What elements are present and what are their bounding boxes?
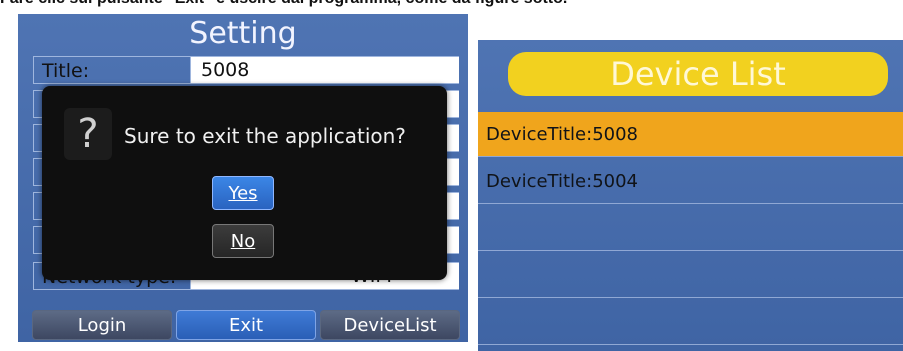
device-item-label: DeviceTitle:5008 <box>486 124 639 145</box>
no-button[interactable]: No <box>212 224 274 258</box>
device-list-screen: Device List DeviceTitle:5008 DeviceTitle… <box>478 40 903 351</box>
title-value: 5008 <box>201 59 250 81</box>
yes-button[interactable]: Yes <box>212 176 274 210</box>
device-list-title: Device List <box>508 52 888 96</box>
exit-confirm-dialog: ? Sure to exit the application? Yes No <box>42 86 447 280</box>
device-list-item-4[interactable] <box>478 253 903 298</box>
yes-label: Yes <box>228 183 258 204</box>
setting-title: Setting <box>189 16 297 51</box>
device-item-label: DeviceTitle:5004 <box>486 171 639 192</box>
device-list-item-3[interactable] <box>478 206 903 251</box>
button-bar: Login Exit DeviceList <box>18 302 468 342</box>
device-list-item-5[interactable] <box>478 300 903 345</box>
login-button[interactable]: Login <box>32 310 172 340</box>
exit-button[interactable]: Exit <box>176 310 316 340</box>
title-label: Title: <box>42 60 90 82</box>
device-list-item-1[interactable]: DeviceTitle:5008 <box>478 112 903 157</box>
no-label: No <box>230 231 256 252</box>
title-input[interactable]: 5008 <box>190 57 459 83</box>
device-list-button[interactable]: DeviceList <box>320 310 460 340</box>
title-field-row: Title: 5008 <box>33 56 459 84</box>
dialog-message: Sure to exit the application? <box>124 124 406 148</box>
device-list-item-2[interactable]: DeviceTitle:5004 <box>478 159 903 204</box>
question-icon: ? <box>64 108 112 160</box>
caption-text: Fare clic sul pulsante "Exit" e uscire d… <box>0 0 903 10</box>
